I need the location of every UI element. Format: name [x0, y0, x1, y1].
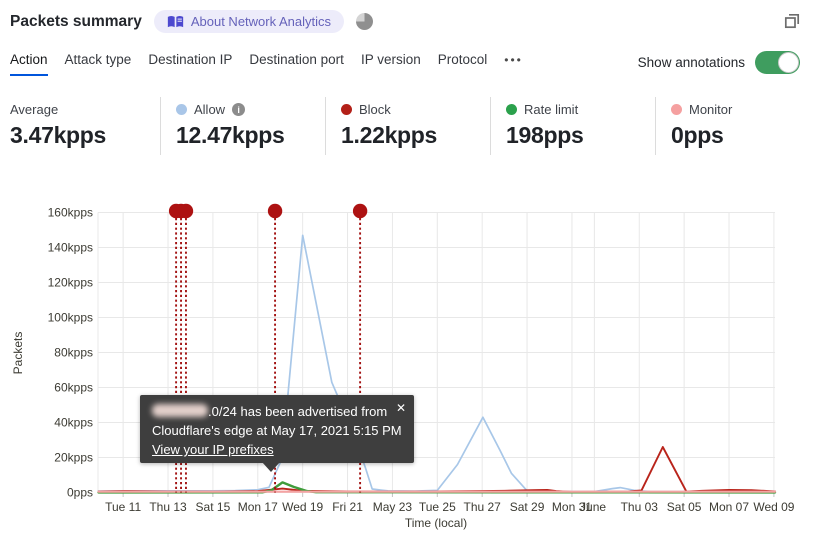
stat-monitor-label: Monitor — [689, 102, 733, 117]
tab-attack-type[interactable]: Attack type — [65, 52, 132, 76]
tab-ip-version[interactable]: IP version — [361, 52, 421, 76]
stat-rate-limit-value: 198pps — [506, 122, 584, 148]
show-annotations-toggle[interactable] — [755, 51, 800, 74]
svg-text:20kpps: 20kpps — [54, 451, 93, 465]
info-icon[interactable]: i — [232, 103, 246, 116]
svg-text:160kpps: 160kpps — [48, 206, 93, 220]
stat-monitor-value: 0pps — [671, 122, 724, 148]
tab-action[interactable]: Action — [10, 52, 48, 76]
svg-text:Wed 19: Wed 19 — [282, 500, 323, 514]
svg-text:June: June — [580, 500, 606, 514]
svg-text:140kpps: 140kpps — [48, 241, 93, 255]
svg-text:120kpps: 120kpps — [48, 276, 93, 290]
tab-destination-ip[interactable]: Destination IP — [148, 52, 232, 76]
svg-text:May 23: May 23 — [373, 500, 413, 514]
panel-header: Packets summary About Network Analytics — [10, 10, 374, 33]
allow-dot — [176, 104, 187, 115]
stat-average-label: Average — [10, 102, 59, 117]
packets-time-series-chart: 0pps 20kpps 40kpps 60kpps 80kpps 100kpps 120kp… — [11, 203, 795, 530]
show-annotations-label: Show annotations — [637, 55, 745, 70]
stat-allow: Allow i 12.47kpps — [160, 97, 325, 155]
svg-text:Sat 15: Sat 15 — [196, 500, 231, 514]
svg-text:Sat 05: Sat 05 — [667, 500, 702, 514]
stat-block: Block 1.22kpps — [325, 97, 490, 155]
annotation-tooltip: ✕ .0/24 has been advertised from Cloudfl… — [140, 395, 414, 472]
svg-text:Thu 27: Thu 27 — [464, 500, 502, 514]
svg-text:100kpps: 100kpps — [48, 311, 93, 325]
svg-text:Thu 03: Thu 03 — [621, 500, 659, 514]
toggle-knob — [778, 52, 799, 73]
packets-summary-panel: Packets summary About Network Analytics … — [0, 0, 816, 545]
stat-average: Average 3.47kpps — [0, 97, 160, 155]
svg-text:Mon 17: Mon 17 — [238, 500, 278, 514]
monitor-dot — [671, 104, 682, 115]
stat-block-value: 1.22kpps — [341, 122, 438, 148]
dimension-tabs: Action Attack type Destination IP Destin… — [10, 52, 523, 76]
stat-block-label: Block — [359, 102, 391, 117]
badge-label: About Network Analytics — [190, 14, 332, 29]
tab-protocol[interactable]: Protocol — [438, 52, 488, 76]
svg-text:Mon 07: Mon 07 — [709, 500, 749, 514]
svg-text:Tue 25: Tue 25 — [419, 500, 456, 514]
pie-timer-icon[interactable] — [356, 13, 374, 30]
tab-destination-port[interactable]: Destination port — [249, 52, 344, 76]
tooltip-line1: .0/24 has been advertised from — [152, 402, 402, 421]
svg-text:Wed 09: Wed 09 — [753, 500, 794, 514]
close-icon[interactable]: ✕ — [396, 399, 406, 418]
svg-text:Packets: Packets — [11, 332, 25, 375]
popout-icon[interactable] — [782, 11, 802, 31]
view-ip-prefixes-link[interactable]: View your IP prefixes — [152, 442, 274, 457]
stat-allow-label: Allow — [194, 102, 226, 117]
redacted-ip-prefix — [152, 404, 208, 417]
page-title: Packets summary — [10, 12, 142, 30]
svg-text:Thu 13: Thu 13 — [149, 500, 187, 514]
stat-rate-limit-label: Rate limit — [524, 102, 579, 117]
stat-allow-value: 12.47kpps — [176, 122, 285, 148]
stat-rate-limit: Rate limit 198pps — [490, 97, 655, 155]
tooltip-line2: Cloudflare's edge at May 17, 2021 5:15 P… — [152, 423, 402, 438]
show-annotations-control: Show annotations — [638, 51, 800, 74]
svg-text:Time (local): Time (local) — [405, 516, 467, 530]
more-tabs-icon[interactable]: ••• — [504, 53, 523, 76]
stat-average-value: 3.47kpps — [10, 122, 107, 148]
svg-text:Fri 21: Fri 21 — [332, 500, 363, 514]
stats-row: Average 3.47kpps Allow i 12.47kpps Block… — [0, 97, 816, 155]
svg-text:Sat 29: Sat 29 — [510, 500, 545, 514]
svg-text:40kpps: 40kpps — [54, 416, 93, 430]
svg-text:0pps: 0pps — [67, 486, 93, 500]
svg-text:60kpps: 60kpps — [54, 381, 93, 395]
svg-text:Tue 11: Tue 11 — [105, 500, 141, 514]
book-icon — [167, 15, 183, 27]
about-network-analytics-badge[interactable]: About Network Analytics — [153, 10, 345, 33]
block-dot — [341, 104, 352, 115]
svg-text:80kpps: 80kpps — [54, 346, 93, 360]
rate-limit-dot — [506, 104, 517, 115]
stat-monitor: Monitor 0pps — [655, 97, 816, 155]
